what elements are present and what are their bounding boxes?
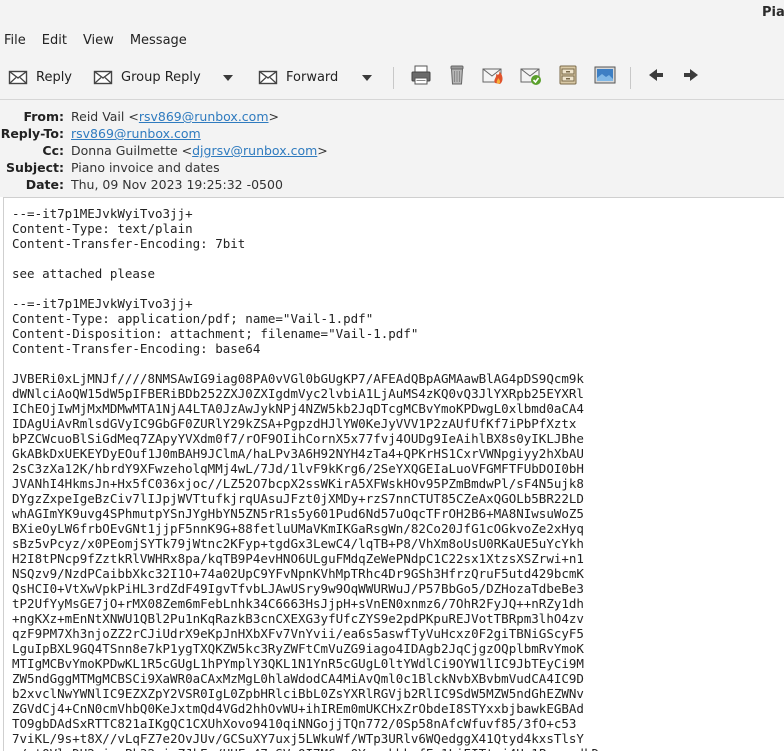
cc-row: Cc: Donna Guilmette <djgrsv@runbox.com> (0, 143, 784, 160)
subject-row: Subject: Piano invoice and dates (0, 160, 784, 177)
menu-message[interactable]: Message (124, 33, 193, 48)
next-icon[interactable] (679, 63, 703, 87)
subject-value: Piano invoice and dates (71, 160, 220, 175)
menu-edit[interactable]: Edit (36, 33, 73, 48)
toolbar-separator (393, 67, 394, 89)
cc-close: > (317, 143, 328, 158)
cc-value: Donna Guilmette <djgrsv@runbox.com> (71, 143, 328, 158)
subject-label: Subject: (6, 160, 64, 175)
from-email-link[interactable]: rsv869@runbox.com (139, 109, 269, 124)
menu-view[interactable]: View (77, 33, 120, 48)
reply-to-email-link[interactable]: rsv869@runbox.com (71, 126, 201, 141)
forward-dropdown-icon[interactable] (362, 75, 372, 81)
message-body-pane[interactable]: --=-it7p1MEJvkWyiTvo3jj+ Content-Type: t… (3, 197, 784, 751)
from-value: Reid Vail <rsv869@runbox.com> (71, 109, 279, 124)
reply-to-row: Reply-To: rsv869@runbox.com (0, 126, 784, 143)
group-reply-icon (93, 67, 113, 87)
print-icon[interactable] (409, 63, 433, 87)
forward-button[interactable]: Forward (258, 64, 338, 90)
cc-email-link[interactable]: djgrsv@runbox.com (192, 143, 317, 158)
previous-icon[interactable] (644, 63, 668, 87)
date-value: Thu, 09 Nov 2023 19:25:32 -0500 (71, 177, 283, 192)
title-bar: Piar (0, 0, 784, 26)
reply-to-label: Reply-To: (0, 126, 64, 141)
date-label: Date: (25, 177, 64, 192)
archive-icon[interactable] (556, 63, 580, 87)
window-title: Piar (762, 5, 784, 20)
toolbar: Reply Group Reply Forward (0, 54, 784, 100)
reply-label: Reply (36, 69, 73, 85)
from-label: From: (23, 109, 64, 124)
message-headers: From: Reid Vail <rsv869@runbox.com> Repl… (0, 100, 784, 197)
group-reply-button[interactable]: Group Reply (93, 64, 201, 90)
from-name: Reid Vail < (71, 109, 139, 124)
menu-file[interactable]: File (0, 33, 32, 48)
toolbar-separator (630, 67, 631, 89)
image-icon[interactable] (593, 63, 617, 87)
from-row: From: Reid Vail <rsv869@runbox.com> (0, 109, 784, 126)
group-reply-dropdown-icon[interactable] (223, 75, 233, 81)
reply-button[interactable]: Reply (8, 64, 72, 90)
date-row: Date: Thu, 09 Nov 2023 19:25:32 -0500 (0, 177, 784, 194)
not-junk-icon[interactable] (519, 63, 543, 87)
group-reply-label: Group Reply (121, 69, 201, 85)
menu-bar: File Edit View Message (0, 26, 784, 54)
reply-to-value: rsv869@runbox.com (71, 126, 201, 141)
reply-icon (8, 67, 28, 87)
cc-label: Cc: (42, 143, 64, 158)
delete-icon[interactable] (445, 63, 469, 87)
message-body-text: --=-it7p1MEJvkWyiTvo3jj+ Content-Type: t… (12, 206, 599, 751)
junk-icon[interactable] (481, 63, 505, 87)
from-close: > (268, 109, 279, 124)
forward-icon (258, 67, 278, 87)
forward-label: Forward (286, 69, 339, 85)
cc-name: Donna Guilmette < (71, 143, 193, 158)
